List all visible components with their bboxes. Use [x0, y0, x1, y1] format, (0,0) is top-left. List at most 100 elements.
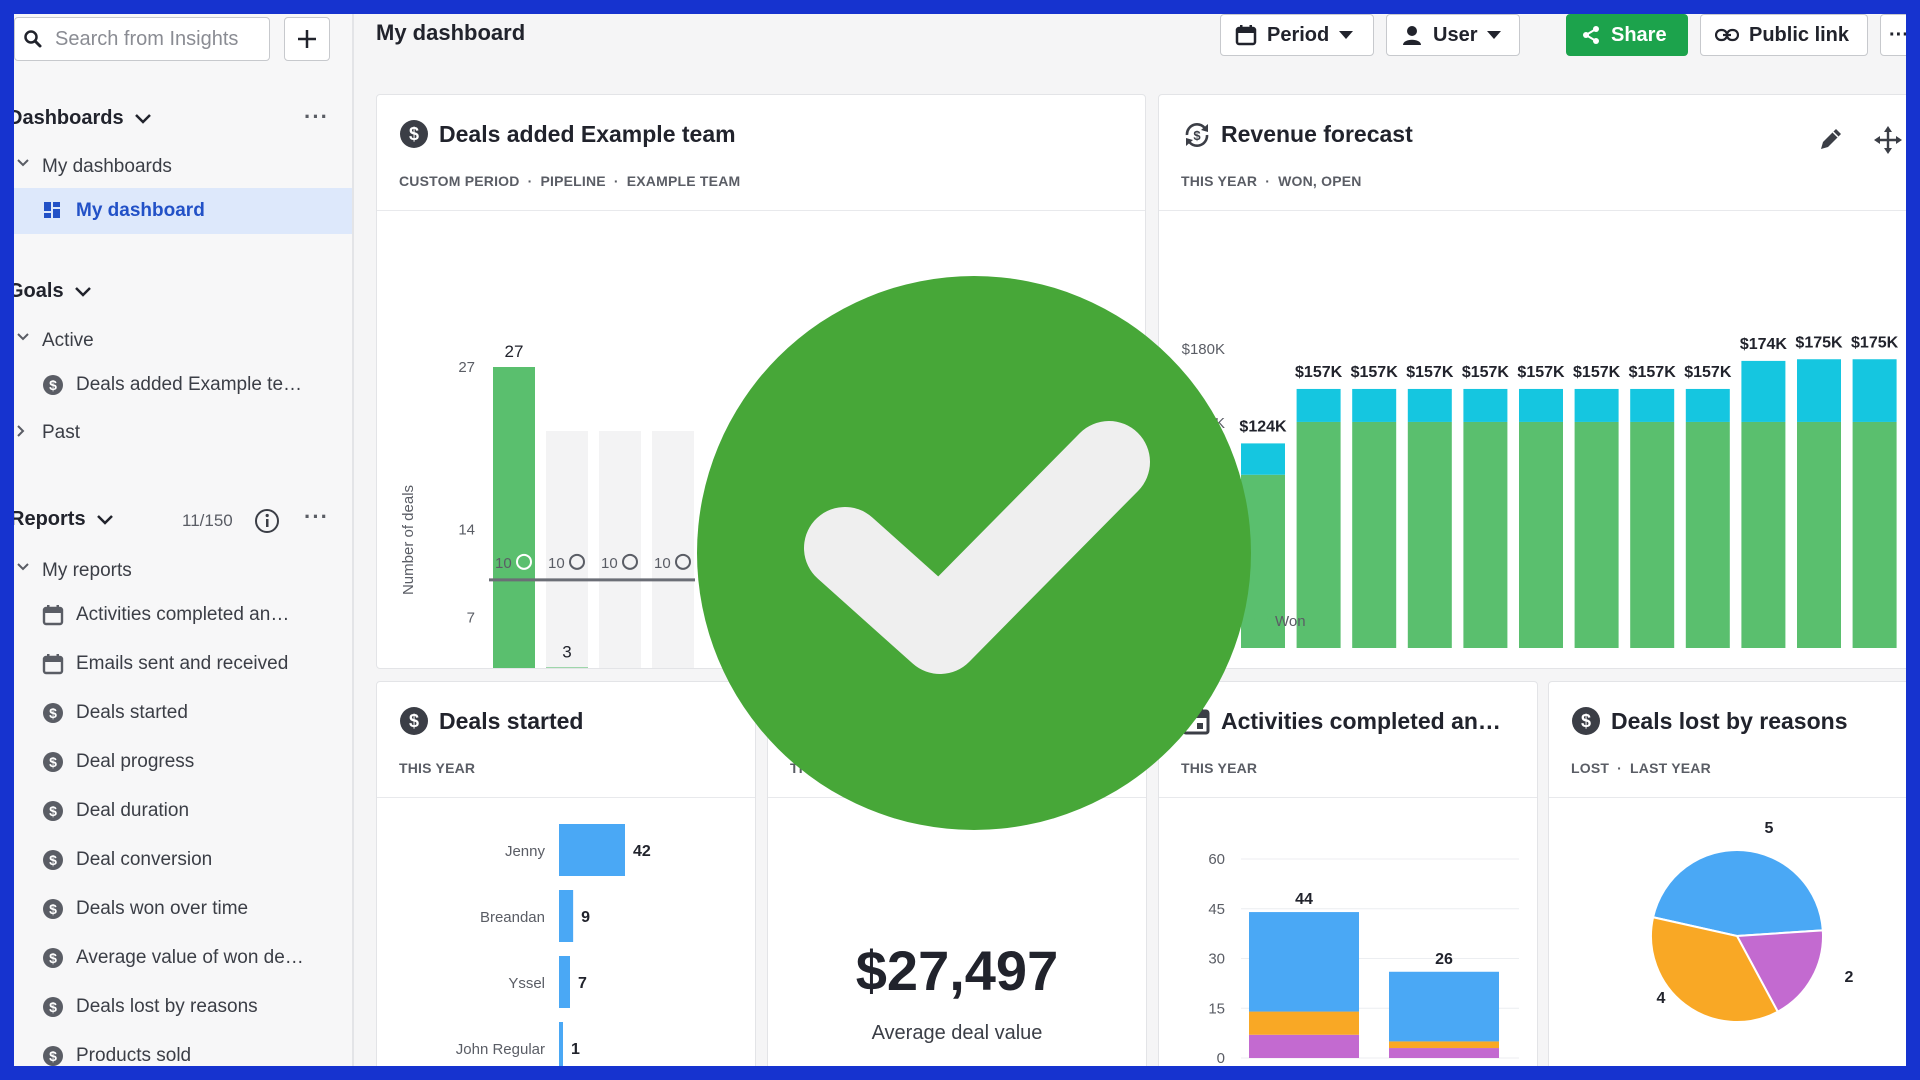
calendar-icon: [42, 605, 64, 626]
bar-won[interactable]: [1852, 421, 1897, 648]
sidebar-report-item[interactable]: $ Deals won over time: [14, 886, 352, 932]
period-filter-button[interactable]: Period: [1220, 14, 1374, 56]
bar-open[interactable]: [1797, 359, 1841, 422]
bar-open[interactable]: [1574, 388, 1619, 422]
dollar-icon: $: [43, 801, 63, 821]
card-subtitle: THIS YEAR · WON, OPEN: [1181, 173, 1362, 189]
move-arrows-icon[interactable]: [1873, 125, 1903, 155]
sub-pipeline: PIPELINE: [540, 173, 606, 189]
my-dashboards-group[interactable]: My dashboards: [14, 144, 352, 188]
bar-open[interactable]: [1852, 359, 1897, 422]
bar-total-label: 26: [1435, 951, 1453, 968]
stacked-segment[interactable]: [1249, 1034, 1359, 1058]
bar-open[interactable]: [1352, 388, 1397, 422]
chevron-down-icon: [17, 159, 29, 167]
public-link-button[interactable]: Public link: [1700, 14, 1868, 56]
bar[interactable]: [559, 1022, 563, 1066]
bar[interactable]: [559, 890, 574, 942]
bar-won[interactable]: [1797, 421, 1841, 648]
dollar-icon: $: [400, 707, 428, 735]
sidebar-report-item[interactable]: $ Products sold: [14, 1033, 352, 1066]
bar-won[interactable]: [1352, 421, 1397, 648]
dashboards-more-icon[interactable]: ···: [304, 104, 329, 130]
bar-open[interactable]: [1296, 388, 1341, 422]
stacked-segment[interactable]: [1389, 1048, 1499, 1058]
plus-icon: [298, 30, 316, 48]
goals-section-header[interactable]: Goals: [14, 280, 92, 303]
bar-won[interactable]: [1574, 421, 1619, 648]
report-item-label: Deals started: [76, 702, 188, 723]
card-subtitle: LOST · LAST YEAR: [1571, 760, 1711, 776]
svg-text:$: $: [1193, 128, 1201, 143]
more-icon: ···: [1889, 23, 1906, 46]
sidebar-report-item[interactable]: $ Deal conversion: [14, 837, 352, 883]
x-tick-label: No…: [1802, 665, 1836, 669]
bar-won[interactable]: [1519, 421, 1563, 648]
bar[interactable]: [559, 956, 570, 1008]
more-options-button[interactable]: ···: [1880, 14, 1906, 56]
stacked-segment[interactable]: [1249, 912, 1359, 1012]
bar-value-label: 1: [571, 1041, 580, 1058]
public-link-label: Public link: [1749, 23, 1850, 46]
reports-more-icon[interactable]: ···: [304, 504, 329, 530]
sidebar-report-item[interactable]: Activities completed an…: [14, 592, 352, 638]
bar-open[interactable]: [1741, 360, 1786, 422]
sidebar-item-goal[interactable]: $ Deals added Example te…: [14, 362, 352, 408]
dollar-icon: $: [43, 948, 63, 968]
bar-won[interactable]: [1463, 421, 1508, 648]
dollar-icon: $: [43, 997, 63, 1017]
dashboard-grid-icon: [44, 202, 60, 218]
sidebar-report-item[interactable]: $ Deal duration: [14, 788, 352, 834]
bar-open[interactable]: [1407, 388, 1452, 422]
sidebar-item-my-dashboard[interactable]: My dashboard: [14, 188, 352, 234]
my-reports-label: My reports: [42, 560, 132, 581]
user-filter-button[interactable]: User: [1386, 14, 1520, 56]
sidebar-report-item[interactable]: Emails sent and received: [14, 641, 352, 687]
share-button[interactable]: Share: [1566, 14, 1688, 56]
pie-value-label: 5: [1765, 820, 1774, 837]
y-tick-label: 7: [467, 609, 475, 626]
share-icon: [1583, 26, 1599, 44]
bar-won[interactable]: [1741, 421, 1786, 648]
search-input[interactable]: Search from Insights: [14, 17, 270, 61]
sidebar-report-item[interactable]: $ Deal progress: [14, 739, 352, 785]
dashboards-label: Dashboards: [14, 107, 124, 129]
x-tick-label: Ma…: [1467, 665, 1503, 669]
sub-status: LOST: [1571, 760, 1610, 776]
y-tick-label: 60: [1208, 851, 1225, 868]
report-item-label: Deal progress: [76, 751, 195, 772]
active-label: Active: [42, 330, 94, 351]
stacked-segment[interactable]: [1249, 1011, 1359, 1035]
chevron-down-icon: [96, 514, 113, 525]
chevron-right-icon: [17, 425, 25, 437]
edit-pencil-icon[interactable]: [1817, 125, 1845, 153]
reports-section-header[interactable]: Reports: [14, 508, 114, 531]
stacked-segment[interactable]: [1389, 971, 1499, 1042]
bar-open[interactable]: [1630, 388, 1675, 422]
sidebar-report-item[interactable]: $ Deals started: [14, 690, 352, 736]
bar-won[interactable]: [1685, 421, 1730, 648]
bar-won[interactable]: [1407, 421, 1452, 648]
bar-open[interactable]: [1463, 388, 1508, 422]
x-tick-label: Ma…: [1356, 665, 1392, 669]
sidebar-report-item[interactable]: $ Average value of won de…: [14, 935, 352, 981]
bar-won[interactable]: [1630, 421, 1675, 648]
sub-status: WON, OPEN: [1278, 173, 1362, 189]
info-icon[interactable]: [254, 508, 280, 534]
goals-past-group[interactable]: Past: [14, 410, 352, 454]
svg-text:$: $: [409, 124, 419, 144]
bar[interactable]: [559, 824, 625, 876]
goals-active-group[interactable]: Active: [14, 318, 352, 362]
add-button[interactable]: [284, 17, 330, 61]
bar[interactable]: [546, 667, 588, 669]
bar[interactable]: [493, 367, 535, 669]
sidebar-report-item[interactable]: $ Deals lost by reasons: [14, 984, 352, 1030]
my-reports-group[interactable]: My reports: [14, 548, 352, 592]
stacked-segment[interactable]: [1389, 1041, 1499, 1049]
dollar-icon: $: [43, 752, 63, 772]
bar-open[interactable]: [1685, 388, 1730, 422]
bar-value-label: $175K: [1795, 334, 1843, 351]
x-tick-label: De…: [1858, 665, 1892, 669]
dashboards-section-header[interactable]: Dashboards: [14, 107, 152, 130]
bar-open[interactable]: [1519, 388, 1563, 422]
